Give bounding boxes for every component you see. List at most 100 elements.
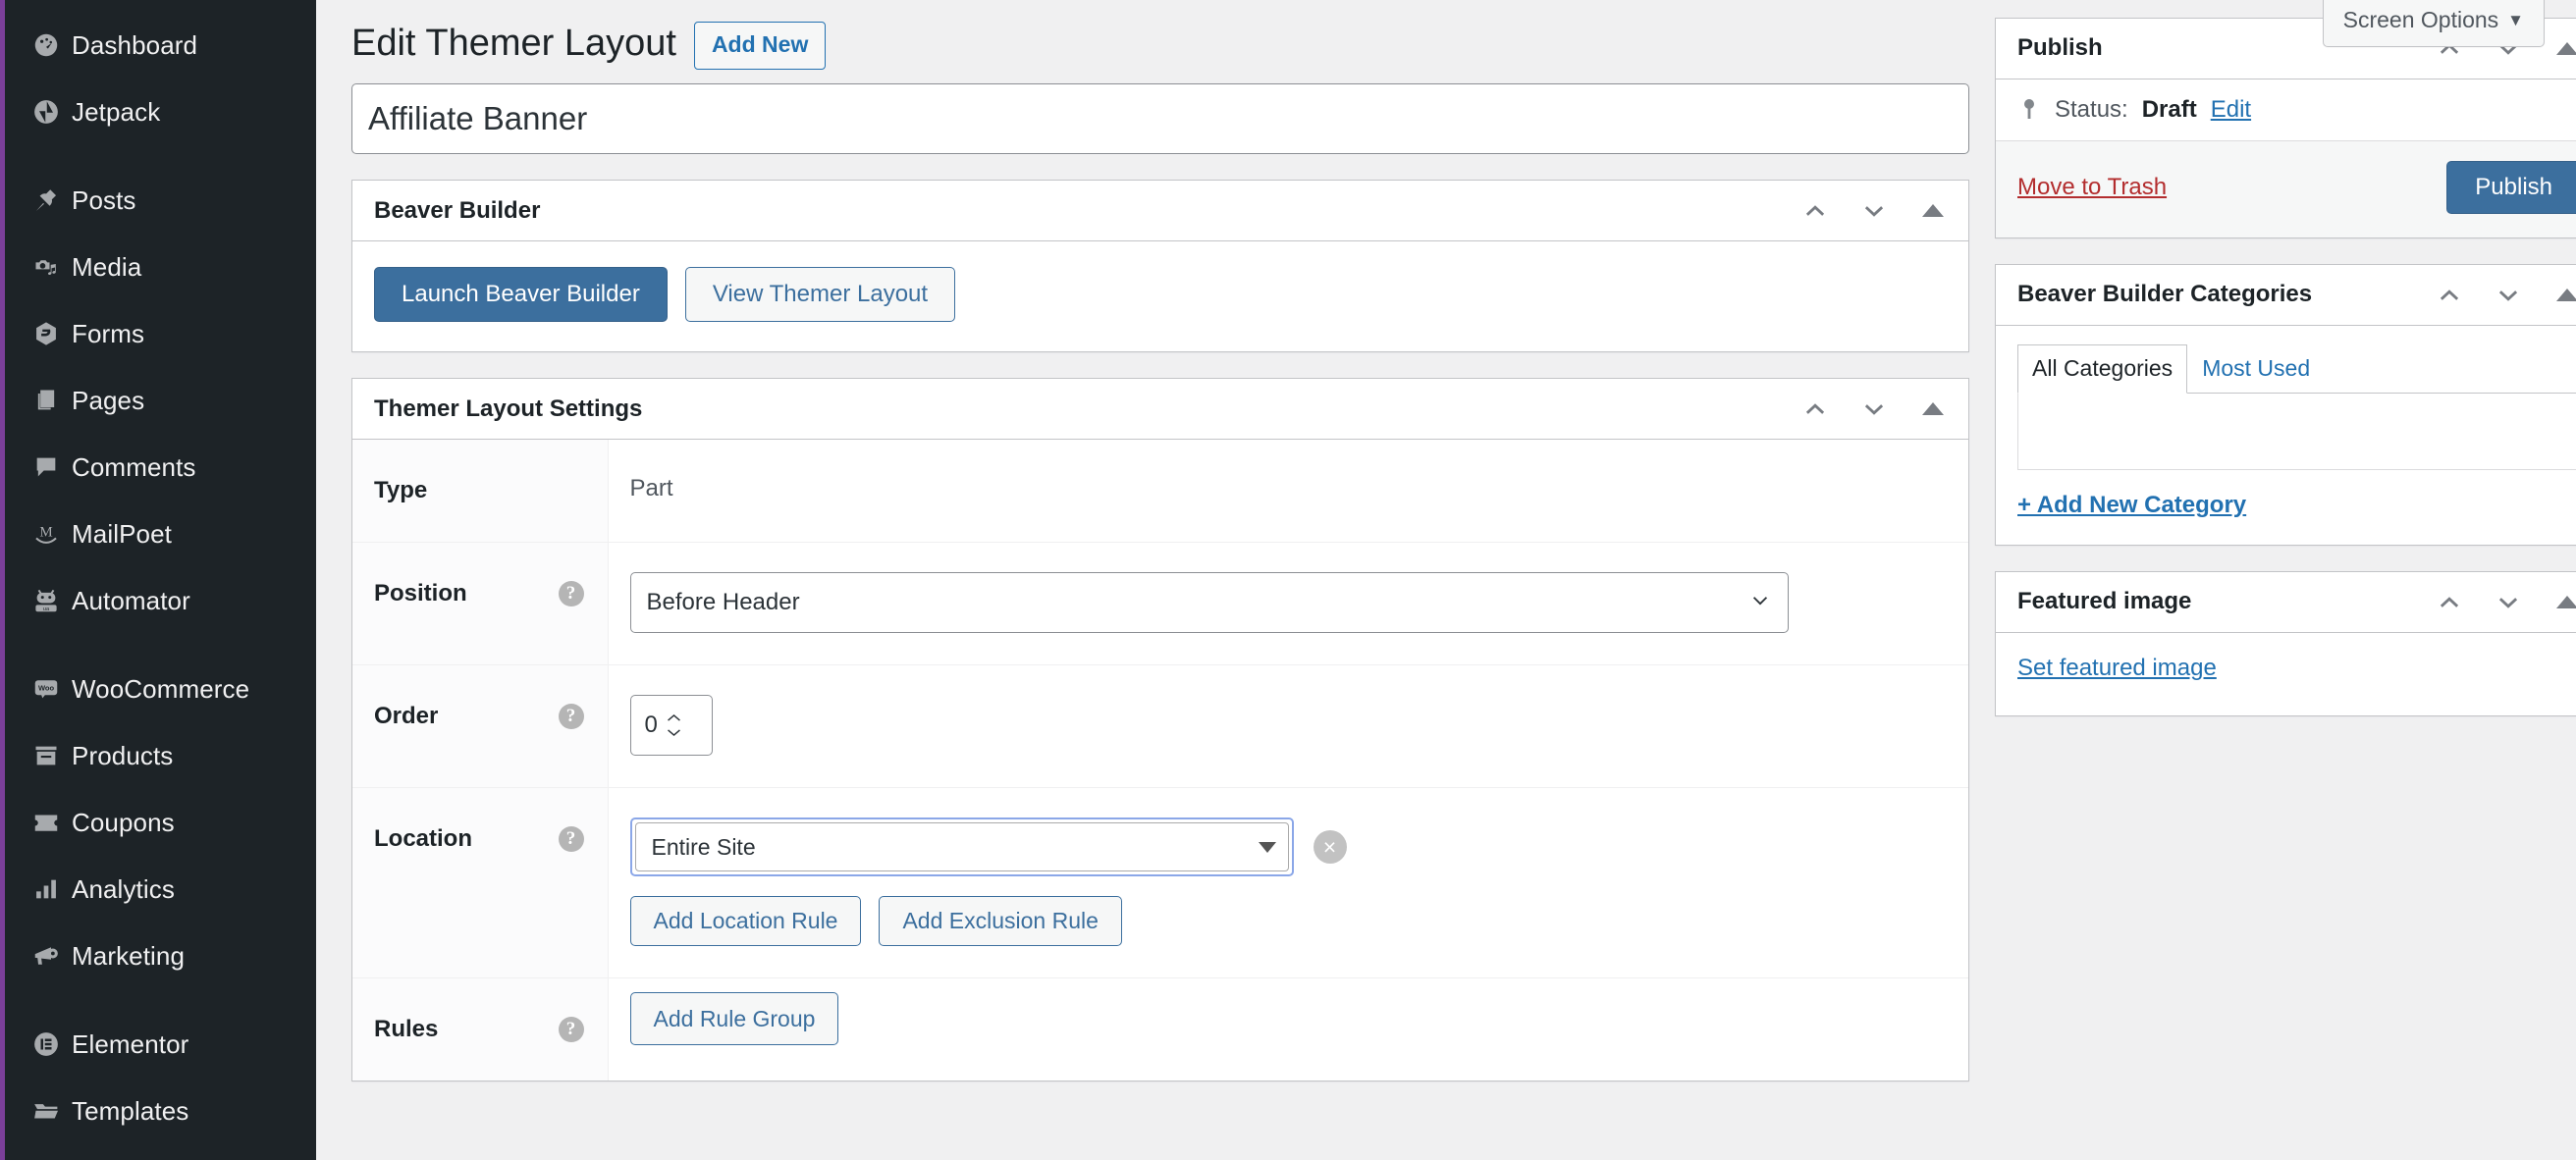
category-list[interactable] bbox=[2017, 394, 2576, 470]
sidebar-item-pages[interactable]: Pages bbox=[5, 367, 316, 434]
add-location-rule-button[interactable]: Add Location Rule bbox=[630, 896, 862, 946]
settings-row-rules: Rules ? Add Rule Group bbox=[352, 978, 1968, 1081]
panel-header: Beaver Builder bbox=[352, 181, 1968, 241]
add-new-button[interactable]: Add New bbox=[694, 22, 826, 70]
chevron-up-icon bbox=[2437, 283, 2462, 308]
move-to-trash-link[interactable]: Move to Trash bbox=[2017, 174, 2167, 201]
sidebar-item-analytics[interactable]: Analytics bbox=[5, 856, 316, 923]
move-down-button[interactable] bbox=[2479, 573, 2538, 632]
panel-body: All Categories Most Used + Add New Categ… bbox=[1996, 326, 2576, 545]
label-text: Position bbox=[374, 580, 467, 607]
publish-panel: Publish bbox=[1995, 18, 2576, 238]
settings-row-type: Type Part bbox=[352, 440, 1968, 543]
panel-header: Themer Layout Settings bbox=[352, 379, 1968, 440]
admin-content: Screen Options▼ Edit Themer Layout Add N… bbox=[316, 0, 2576, 1160]
templates-icon bbox=[21, 1096, 72, 1126]
sidebar-item-templates[interactable]: Templates bbox=[5, 1078, 316, 1144]
marketing-icon bbox=[21, 941, 72, 971]
location-select[interactable]: Entire Site bbox=[635, 822, 1289, 871]
triangle-up-icon bbox=[2556, 596, 2576, 608]
settings-row-position: Position ? Before Header bbox=[352, 543, 1968, 665]
main-column: Edit Themer Layout Add New Beaver Builde… bbox=[351, 18, 1969, 1081]
post-status-icon bbox=[2017, 97, 2041, 123]
sidebar-item-posts[interactable]: Posts bbox=[5, 167, 316, 234]
add-new-category-link[interactable]: + Add New Category bbox=[2017, 492, 2246, 519]
sidebar-item-jetpack[interactable]: Jetpack bbox=[5, 79, 316, 145]
move-down-button[interactable] bbox=[2479, 266, 2538, 325]
remove-location-rule-button[interactable]: × bbox=[1314, 830, 1347, 864]
toggle-panel-button[interactable] bbox=[2538, 573, 2576, 632]
sidebar-item-label: Products bbox=[72, 743, 173, 768]
panel-title: Beaver Builder bbox=[374, 182, 1786, 240]
page-title: Edit Themer Layout bbox=[351, 20, 676, 68]
sidebar-item-products[interactable]: Products bbox=[5, 722, 316, 789]
sidebar-item-comments[interactable]: Comments bbox=[5, 434, 316, 501]
sidebar-item-dashboard[interactable]: Dashboard bbox=[5, 12, 316, 79]
set-featured-image-link[interactable]: Set featured image bbox=[2017, 655, 2217, 681]
add-exclusion-rule-button[interactable]: Add Exclusion Rule bbox=[879, 896, 1121, 946]
edit-status-link[interactable]: Edit bbox=[2211, 96, 2251, 124]
woocommerce-icon: Woo bbox=[21, 674, 72, 704]
sidebar-separator bbox=[5, 989, 316, 1011]
type-value: Part bbox=[630, 469, 1946, 502]
tab-all-categories[interactable]: All Categories bbox=[2017, 344, 2187, 394]
svg-text:Woo: Woo bbox=[38, 684, 55, 693]
order-number-input[interactable]: 0 bbox=[630, 695, 713, 756]
sidebar-item-elementor[interactable]: Elementor bbox=[5, 1011, 316, 1078]
sidebar-item-forms[interactable]: Forms bbox=[5, 300, 316, 367]
move-down-button[interactable] bbox=[1845, 182, 1904, 240]
sidebar-item-marketing[interactable]: Marketing bbox=[5, 923, 316, 989]
position-select-wrap: Before Header bbox=[630, 572, 1789, 633]
help-icon[interactable]: ? bbox=[559, 1017, 584, 1042]
label-text: Order bbox=[374, 703, 438, 730]
row-label-location: Location ? bbox=[352, 788, 608, 978]
move-up-button[interactable] bbox=[1786, 182, 1845, 240]
chevron-up-icon bbox=[1802, 396, 1828, 422]
svg-text:ua: ua bbox=[43, 606, 50, 612]
category-tabs: All Categories Most Used bbox=[2017, 343, 2576, 394]
launch-beaver-builder-button[interactable]: Launch Beaver Builder bbox=[374, 267, 668, 322]
publishing-actions: Move to Trash Publish bbox=[1996, 141, 2576, 237]
toggle-panel-button[interactable] bbox=[1904, 380, 1962, 439]
sidebar-item-label: Forms bbox=[72, 321, 144, 346]
sidebar-item-label: MailPoet bbox=[72, 521, 172, 547]
publish-button[interactable]: Publish bbox=[2446, 161, 2576, 214]
post-status-row: Status: Draft Edit bbox=[1996, 79, 2576, 141]
help-icon[interactable]: ? bbox=[559, 581, 584, 606]
label-text: Type bbox=[374, 477, 427, 504]
toggle-panel-button[interactable] bbox=[2538, 266, 2576, 325]
sidebar-item-label: Coupons bbox=[72, 810, 175, 835]
add-rule-group-button[interactable]: Add Rule Group bbox=[630, 992, 839, 1045]
row-value-type: Part bbox=[608, 440, 1968, 543]
move-up-button[interactable] bbox=[2420, 573, 2479, 632]
post-title-input[interactable] bbox=[351, 83, 1969, 154]
screen-options-button[interactable]: Screen Options▼ bbox=[2323, 0, 2545, 47]
toggle-panel-button[interactable] bbox=[1904, 182, 1962, 240]
panel-title: Featured image bbox=[2017, 572, 2420, 631]
sidebar-item-label: Media bbox=[72, 254, 141, 280]
beaver-builder-categories-panel: Beaver Builder Categories bbox=[1995, 264, 2576, 546]
automator-icon: ua bbox=[21, 586, 72, 615]
chevron-down-icon bbox=[1861, 198, 1887, 224]
location-value: Entire Site bbox=[652, 834, 756, 861]
sidebar-item-mailpoet[interactable]: M MailPoet bbox=[5, 501, 316, 567]
help-icon[interactable]: ? bbox=[559, 704, 584, 729]
view-themer-layout-button[interactable]: View Themer Layout bbox=[685, 267, 955, 322]
move-up-button[interactable] bbox=[1786, 380, 1845, 439]
dashboard-icon bbox=[21, 30, 72, 60]
sidebar-item-woocommerce[interactable]: Woo WooCommerce bbox=[5, 656, 316, 722]
panel-handle-actions bbox=[1786, 182, 1962, 240]
help-icon[interactable]: ? bbox=[559, 826, 584, 852]
move-up-button[interactable] bbox=[2420, 266, 2479, 325]
move-down-button[interactable] bbox=[1845, 380, 1904, 439]
row-label-rules: Rules ? bbox=[352, 978, 608, 1081]
position-select[interactable]: Before Header bbox=[630, 572, 1789, 633]
row-value-location: Entire Site × Add Location Rule Add Excl… bbox=[608, 788, 1968, 978]
stepper-down-icon bbox=[666, 727, 682, 738]
order-value: 0 bbox=[645, 712, 658, 739]
sidebar-item-media[interactable]: Media bbox=[5, 234, 316, 300]
sidebar-item-automator[interactable]: ua Automator bbox=[5, 567, 316, 634]
tab-most-used[interactable]: Most Used bbox=[2187, 344, 2325, 394]
number-stepper[interactable] bbox=[666, 712, 682, 738]
sidebar-item-coupons[interactable]: Coupons bbox=[5, 789, 316, 856]
